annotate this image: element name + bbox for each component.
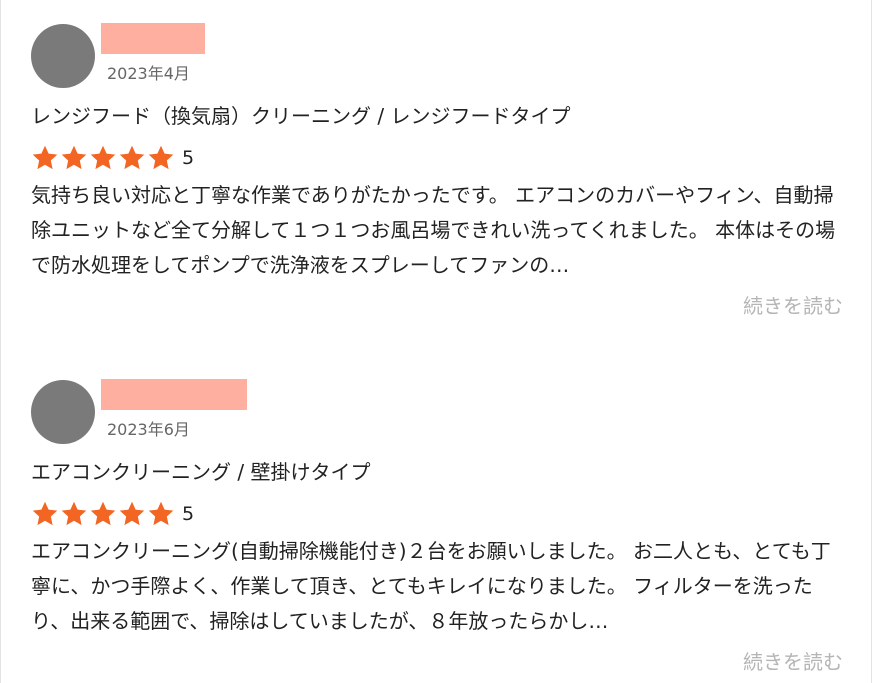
- review-body: エアコンクリーニング(自動掃除機能付き)２台をお願いしました。 お二人とも、とて…: [31, 539, 831, 633]
- rating-value: 5: [182, 147, 195, 169]
- review-date: 2023年4月: [107, 64, 190, 83]
- star-icon: [147, 144, 175, 172]
- review-date: 2023年6月: [107, 420, 190, 439]
- star-icon: [31, 144, 59, 172]
- star-icon: [147, 500, 175, 528]
- service-name: エアコンクリーニング / 壁掛けタイプ: [31, 460, 371, 484]
- redacted-reviewer-name: [101, 23, 205, 54]
- read-more-link[interactable]: 続きを読む: [743, 646, 843, 675]
- service-name: レンジフード（換気扇）クリーニング / レンジフードタイプ: [31, 104, 571, 128]
- star-icon: [60, 144, 88, 172]
- star-icon: [118, 144, 146, 172]
- star-icon: [31, 500, 59, 528]
- avatar: [31, 24, 95, 88]
- star-icon: [118, 500, 146, 528]
- rating-value: 5: [182, 503, 195, 525]
- review-list: 2023年4月 レンジフード（換気扇）クリーニング / レンジフードタイプ 5 …: [0, 0, 872, 683]
- avatar: [31, 380, 95, 444]
- star-rating: 5: [31, 143, 194, 173]
- review-body: 気持ち良い対応と丁寧な作業でありがたかったです。 エアコンのカバーやフィン、自動…: [31, 183, 836, 277]
- star-icon: [60, 500, 88, 528]
- star-icon: [89, 500, 117, 528]
- star-rating: 5: [31, 499, 194, 529]
- read-more-link[interactable]: 続きを読む: [743, 290, 843, 319]
- star-icon: [89, 144, 117, 172]
- redacted-reviewer-name: [101, 379, 247, 410]
